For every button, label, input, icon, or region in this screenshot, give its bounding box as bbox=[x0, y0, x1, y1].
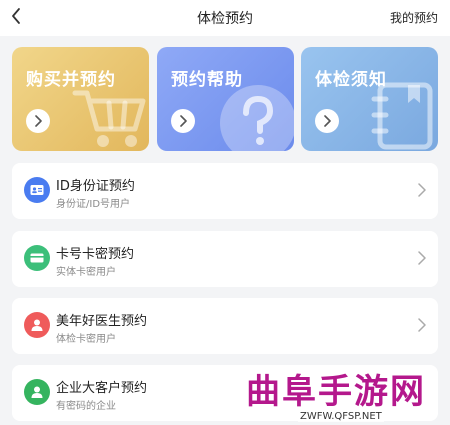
chevron-right-icon bbox=[418, 318, 426, 332]
id-card-icon bbox=[24, 177, 50, 203]
list-item-subtitle: 身份证/ID号用户 bbox=[56, 199, 131, 210]
card-label: 体检须知 bbox=[315, 70, 387, 90]
chevron-right-icon bbox=[324, 115, 331, 127]
buy-and-book-card[interactable]: 购买并预约 bbox=[12, 47, 149, 151]
chevron-right-icon bbox=[418, 251, 426, 265]
user-icon bbox=[24, 379, 50, 405]
list-item-title: 卡号卡密预约 bbox=[56, 247, 135, 262]
top-nav-bar: 体检预约 我的预约 bbox=[0, 0, 450, 36]
chevron-right-icon bbox=[418, 183, 426, 197]
card-icon bbox=[24, 245, 50, 271]
page-title: 体检预约 bbox=[197, 11, 253, 27]
card-arrow-button[interactable] bbox=[26, 109, 50, 133]
card-label: 购买并预约 bbox=[26, 70, 116, 90]
card-arrow-button[interactable] bbox=[171, 109, 195, 133]
chevron-right-icon bbox=[180, 115, 187, 127]
watermark: 曲阜手游网 ZWFW.QFSP.NET bbox=[238, 364, 448, 424]
card-label: 预约帮助 bbox=[171, 70, 243, 90]
list-item-subtitle: 体检卡密用户 bbox=[56, 334, 116, 345]
booking-help-card[interactable]: 预约帮助 bbox=[157, 47, 294, 151]
list-item-card-number-booking[interactable]: 卡号卡密预约 实体卡密用户 bbox=[12, 231, 438, 287]
chevron-right-icon bbox=[35, 115, 42, 127]
cart-icon bbox=[72, 90, 146, 147]
list-item-subtitle: 有密码的企业 bbox=[56, 401, 116, 412]
watermark-url: ZWFW.QFSP.NET bbox=[298, 411, 384, 422]
list-item-meinian-doctor-booking[interactable]: 美年好医生预约 体检卡密用户 bbox=[12, 298, 438, 354]
list-item-title: ID身份证预约 bbox=[56, 179, 135, 194]
list-item-subtitle: 实体卡密用户 bbox=[56, 267, 116, 278]
card-arrow-button[interactable] bbox=[315, 109, 339, 133]
list-item-title: 企业大客户预约 bbox=[56, 381, 148, 396]
list-item-id-card-booking[interactable]: ID身份证预约 身份证/ID号用户 bbox=[12, 163, 438, 219]
list-item-title: 美年好医生预约 bbox=[56, 314, 148, 329]
quick-action-cards: 购买并预约 预约帮助 体检须知 bbox=[12, 47, 438, 151]
watermark-text: 曲阜手游网 bbox=[246, 372, 426, 412]
user-icon bbox=[24, 312, 50, 338]
exam-notice-card[interactable]: 体检须知 bbox=[301, 47, 438, 151]
my-booking-link[interactable]: 我的预约 bbox=[390, 9, 438, 26]
